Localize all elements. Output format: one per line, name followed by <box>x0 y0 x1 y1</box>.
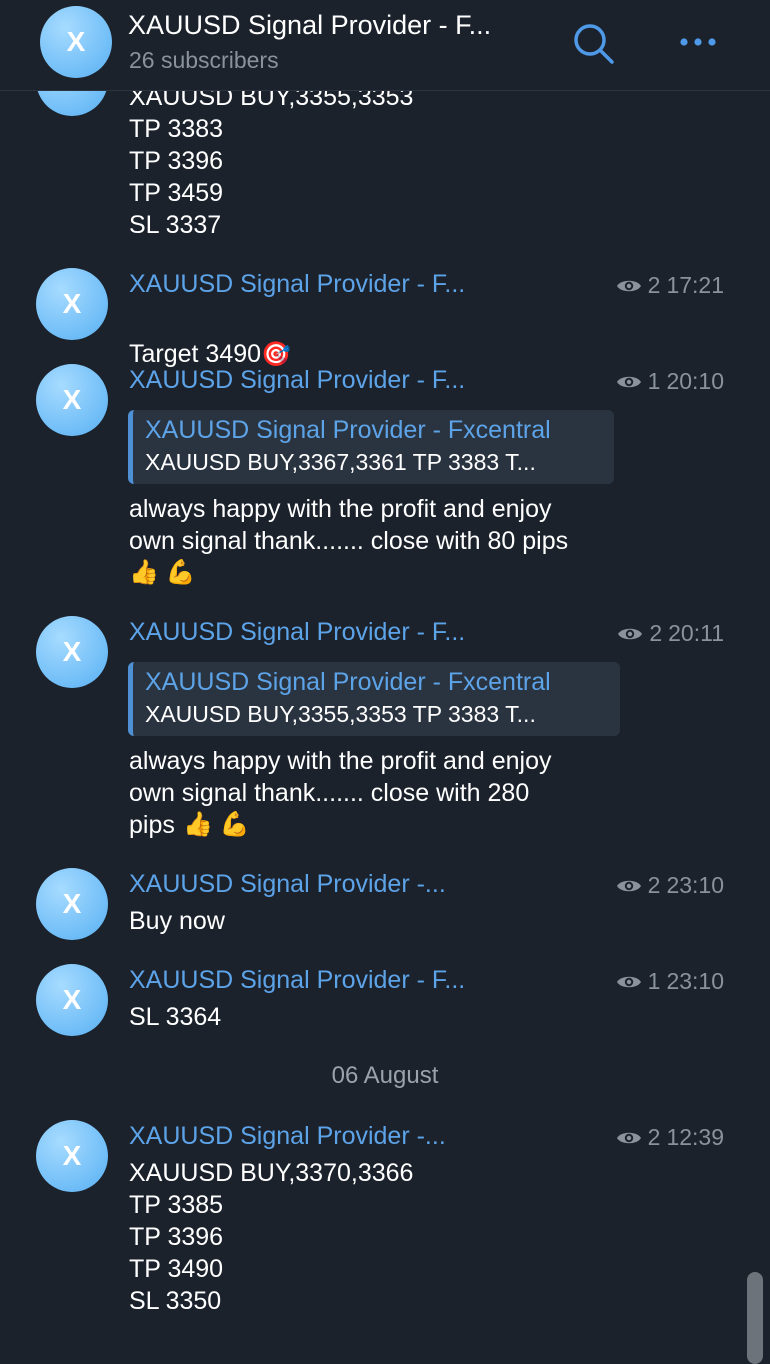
emoji-row: 👍 💪 <box>183 811 250 838</box>
scrollbar[interactable] <box>747 1272 763 1364</box>
message-meta: 2 12:39 <box>616 1124 724 1151</box>
eye-icon <box>616 880 641 891</box>
view-count: 2 <box>647 272 661 298</box>
message-time: 23:10 <box>666 872 724 898</box>
view-count: 1 <box>647 968 661 994</box>
message-sender[interactable]: XAUUSD Signal Provider - F... <box>129 270 509 299</box>
quote-text: XAUUSD BUY,3355,3353 TP 3383 T... <box>145 701 536 727</box>
message-meta: 2 17:21 <box>616 272 724 299</box>
message-meta: 2 20:11 <box>617 620 724 647</box>
more-icon[interactable] <box>678 28 718 56</box>
message-time: 23:10 <box>666 968 724 994</box>
avatar[interactable]: X <box>36 1120 108 1192</box>
message-text-row: Target 3490🎯 <box>129 306 291 371</box>
eye-icon <box>616 976 641 987</box>
message-sender[interactable]: XAUUSD Signal Provider -... <box>129 870 489 899</box>
eye-icon <box>616 280 641 291</box>
view-count: 2 <box>647 872 661 898</box>
eye-icon <box>618 628 643 639</box>
message-sender[interactable]: XAUUSD Signal Provider -... <box>129 1122 489 1151</box>
message-sender[interactable]: XAUUSD Signal Provider - F... <box>129 618 509 647</box>
message-meta: 1 20:10 <box>616 368 724 395</box>
quote-text: XAUUSD BUY,3367,3361 TP 3383 T... <box>145 449 536 475</box>
avatar[interactable]: X <box>36 364 108 436</box>
message-time: 12:39 <box>666 1124 724 1150</box>
message-meta: 2 23:10 <box>616 872 724 899</box>
avatar[interactable]: X <box>36 616 108 688</box>
message-text: XAUUSD BUY,3370,3366 TP 3385 TP 3396 TP … <box>129 1159 414 1315</box>
channel-title[interactable]: XAUUSD Signal Provider - F... <box>128 10 491 41</box>
date-separator: 06 August <box>331 1062 439 1089</box>
channel-avatar[interactable]: X <box>40 6 112 78</box>
message-meta: 1 23:10 <box>616 968 724 995</box>
chat-header: X XAUUSD Signal Provider - F... 26 subsc… <box>0 0 770 91</box>
reply-quote[interactable]: XAUUSD Signal Provider - Fxcentral XAUUS… <box>128 410 614 484</box>
message-time: 17:21 <box>666 272 724 298</box>
quote-title: XAUUSD Signal Provider - Fxcentral <box>145 668 551 696</box>
view-count: 2 <box>647 1124 661 1150</box>
message-text: Target 3490 <box>129 340 262 368</box>
eye-icon <box>616 1132 641 1143</box>
avatar[interactable]: X <box>36 268 108 340</box>
message-sender[interactable]: XAUUSD Signal Provider - F... <box>129 366 509 395</box>
eye-icon <box>616 376 641 387</box>
emoji-row: 👍 💪 <box>129 559 196 586</box>
message-text: SL 3364 <box>129 1003 222 1031</box>
message-text: always happy with the profit and enjoy o… <box>129 495 569 555</box>
view-count: 2 <box>649 620 663 646</box>
message-time: 20:11 <box>668 620 724 646</box>
message-time: 20:10 <box>666 368 724 394</box>
view-count: 1 <box>647 368 661 394</box>
subscriber-count: 26 subscribers <box>129 47 279 73</box>
avatar[interactable]: X <box>36 868 108 940</box>
avatar[interactable]: X <box>36 964 108 1036</box>
target-emoji: 🎯 <box>261 341 291 368</box>
search-icon[interactable] <box>570 20 616 66</box>
message-text: XAUUSD BUY,3355,3353 TP 3383 TP 3396 TP … <box>129 83 414 239</box>
reply-quote[interactable]: XAUUSD Signal Provider - Fxcentral XAUUS… <box>128 662 620 736</box>
message-sender[interactable]: XAUUSD Signal Provider - F... <box>129 966 509 995</box>
message-text: Buy now <box>129 907 225 935</box>
quote-title: XAUUSD Signal Provider - Fxcentral <box>145 416 551 444</box>
